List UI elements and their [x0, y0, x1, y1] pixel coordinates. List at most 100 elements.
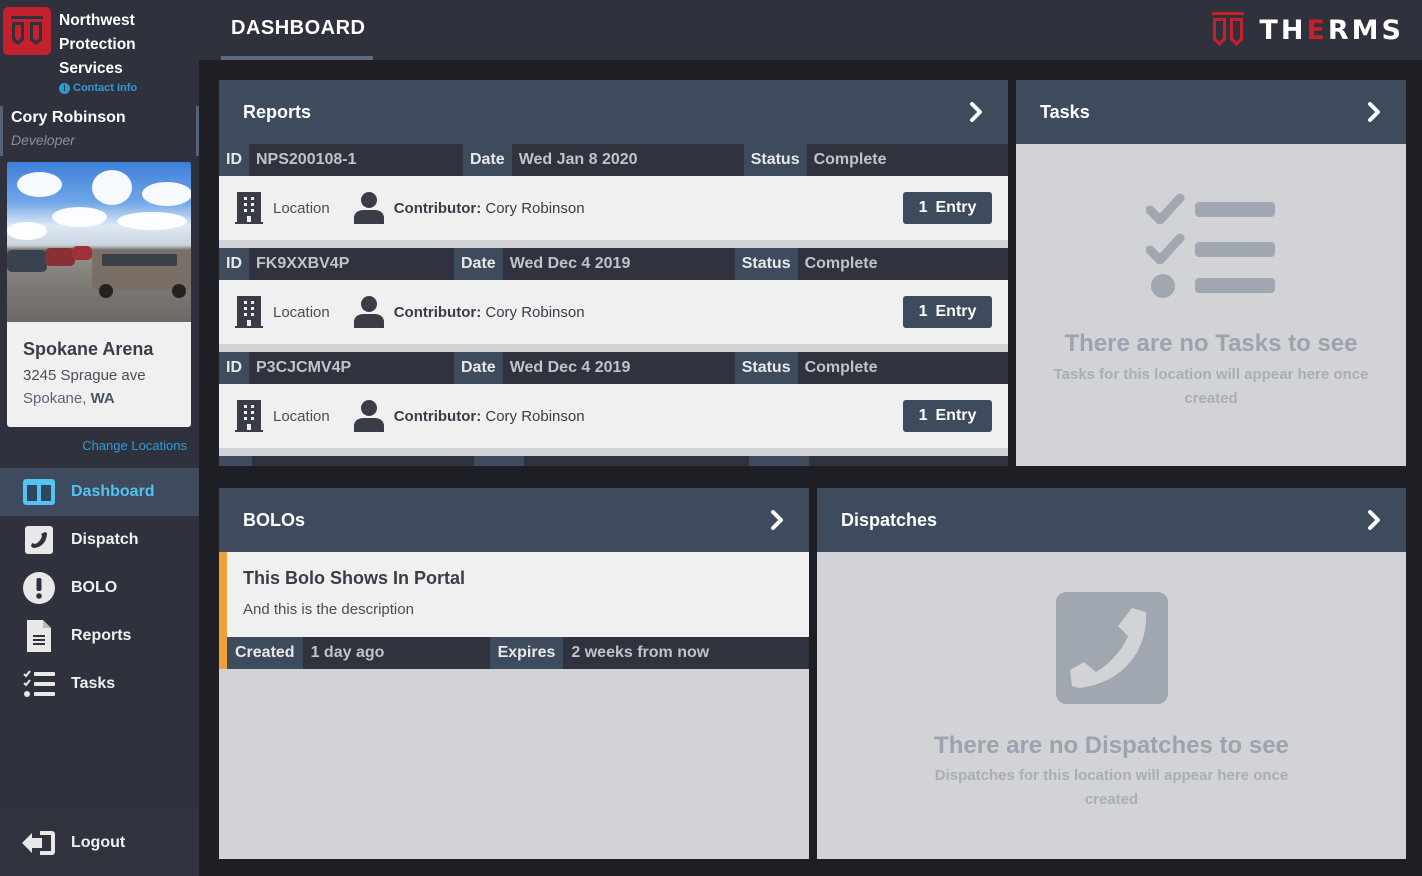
building-icon — [235, 296, 263, 328]
location-city-name: Spokane, — [23, 390, 87, 407]
status-label: Status — [734, 248, 798, 280]
status-label: Status — [743, 144, 807, 176]
report-status: Complete — [813, 151, 887, 168]
logout-icon — [22, 829, 56, 857]
entry-label: Entry — [935, 407, 977, 424]
user-icon — [353, 296, 384, 328]
logout-button[interactable]: Logout — [22, 829, 125, 857]
logout-label: Logout — [71, 834, 126, 851]
report-row[interactable]: ID NPS200108-1 Date Wed Jan 8 2020 Statu… — [219, 144, 1008, 248]
location-card: Spokane Arena 3245 Sprague ave Spokane, … — [7, 162, 191, 427]
nav-label: Reports — [71, 627, 132, 644]
entry-count: 1 — [918, 303, 928, 320]
entry-count: 1 — [918, 407, 928, 424]
nav-label: Dispatch — [71, 531, 139, 548]
brand-accent: E — [1306, 14, 1328, 46]
created-label: Created — [227, 637, 303, 669]
report-row[interactable]: ID FK9XXBV4P Date Wed Dec 4 2019 Status … — [219, 248, 1008, 352]
nav-item-dispatch[interactable]: Dispatch — [0, 516, 199, 564]
report-id: NPS200108-1 — [256, 151, 357, 168]
contributor-label: Contributor: — [393, 407, 482, 425]
date-label: Date — [463, 144, 512, 176]
org-name: Northwest Protection Services — [59, 12, 136, 77]
sidebar: Northwest Protection Services i Contact … — [0, 0, 199, 876]
main-nav: Dashboard Dispatch BOLO Reports Tasks — [0, 468, 199, 708]
change-locations-link[interactable]: Change Locations — [82, 438, 187, 453]
tasks-header: Tasks — [1016, 80, 1406, 144]
user-icon — [353, 400, 384, 432]
location-address: 3245 Sprague ave — [23, 367, 146, 384]
dispatches-empty-subtitle: Dispatches for this location will appear… — [934, 767, 1289, 808]
org-header: Northwest Protection Services i Contact … — [0, 0, 199, 104]
contributor: Contributor: Cory Robinson — [394, 200, 585, 217]
bolos-header: BOLOs — [219, 488, 809, 552]
contact-info-label: Contact Info — [73, 82, 138, 94]
nav-item-dashboard[interactable]: Dashboard — [0, 468, 199, 516]
entry-label: Entry — [935, 303, 977, 320]
brand-pre: TH — [1259, 14, 1307, 46]
tasks-panel: Tasks There are no Tasks to see Tasks fo… — [1016, 80, 1406, 466]
report-body: Location Contributor: Cory Robinson 1 Ent… — [219, 176, 1008, 240]
bolo-item[interactable]: This Bolo Shows In Portal And this is th… — [219, 552, 809, 669]
tasks-empty-state: There are no Tasks to see Tasks for this… — [1016, 144, 1406, 466]
report-id: FK9XXBV4P — [256, 255, 350, 272]
bolos-panel: BOLOs This Bolo Shows In Portal And this… — [219, 488, 809, 859]
nav-item-bolo[interactable]: BOLO — [0, 564, 199, 612]
location-name: Spokane Arena — [23, 339, 154, 359]
task-list-icon — [22, 667, 56, 701]
report-status: Complete — [804, 255, 878, 272]
dispatches-panel: Dispatches There are no Dispatches to se… — [817, 488, 1406, 859]
report-row[interactable]: ID P3CJCMV4P Date Wed Dec 4 2019 Status … — [219, 352, 1008, 456]
brand-logo: THERMS — [1211, 12, 1404, 48]
contact-info-link[interactable]: i Contact Info — [59, 82, 137, 94]
report-body: Location Contributor: Cory Robinson 1 Ent… — [219, 384, 1008, 448]
nav-item-reports[interactable]: Reports — [0, 612, 199, 660]
entries-button[interactable]: 1 Entry — [903, 400, 992, 432]
dispatches-header: Dispatches — [817, 488, 1406, 552]
user-info: Cory Robinson Developer — [0, 106, 199, 156]
org-logo-icon — [3, 7, 51, 55]
bolo-title: This Bolo Shows In Portal — [243, 568, 466, 588]
nav-label: BOLO — [71, 579, 118, 596]
bolo-meta: Created 1 day ago Expires 2 weeks from n… — [227, 637, 809, 669]
report-meta: ID NPS200108-1 Date Wed Jan 8 2020 Statu… — [219, 144, 1008, 176]
user-name: Cory Robinson — [11, 109, 126, 126]
reports-header: Reports — [219, 80, 1008, 144]
task-list-icon — [1146, 193, 1275, 298]
chevron-right-icon[interactable] — [1364, 509, 1384, 531]
contributor-name: Cory Robinson — [485, 303, 585, 321]
report-meta-partial — [219, 456, 1008, 466]
created-value: 1 day ago — [310, 644, 385, 661]
id-label: ID — [219, 144, 249, 176]
tab-active-indicator — [221, 56, 373, 60]
location-state: WA — [90, 390, 115, 407]
user-icon — [353, 192, 384, 224]
chevron-right-icon[interactable] — [767, 509, 787, 531]
dispatches-empty-state: There are no Dispatches to see Dispatche… — [817, 552, 1406, 859]
date-label: Date — [454, 352, 503, 384]
id-label: ID — [219, 352, 249, 384]
location-label: Location — [273, 199, 330, 217]
nav-label: Dashboard — [71, 483, 155, 500]
phone-icon — [1055, 592, 1168, 704]
dashboard-icon — [22, 475, 56, 509]
tab-dashboard[interactable]: DASHBOARD — [221, 0, 373, 60]
therms-shield-icon — [1212, 12, 1245, 46]
contributor-name: Cory Robinson — [485, 407, 585, 425]
entries-button[interactable]: 1 Entry — [903, 296, 992, 328]
brand-post: RMS — [1327, 14, 1404, 46]
tab-label: DASHBOARD — [231, 17, 366, 39]
report-meta: ID P3CJCMV4P Date Wed Dec 4 2019 Status … — [219, 352, 1008, 384]
contributor-label: Contributor: — [393, 199, 482, 217]
contributor-label: Contributor: — [393, 303, 482, 321]
bolos-title: BOLOs — [243, 509, 306, 530]
chevron-right-icon[interactable] — [966, 101, 986, 123]
contributor: Contributor: Cory Robinson — [394, 304, 585, 321]
reports-panel: Reports ID NPS200108-1 Date Wed Jan 8 20… — [219, 80, 1008, 466]
entries-button[interactable]: 1 Entry — [903, 192, 992, 224]
date-label: Date — [454, 248, 503, 280]
phone-icon — [22, 523, 56, 557]
chevron-right-icon[interactable] — [1364, 101, 1384, 123]
nav-item-tasks[interactable]: Tasks — [0, 660, 199, 708]
expires-value: 2 weeks from now — [571, 644, 710, 661]
